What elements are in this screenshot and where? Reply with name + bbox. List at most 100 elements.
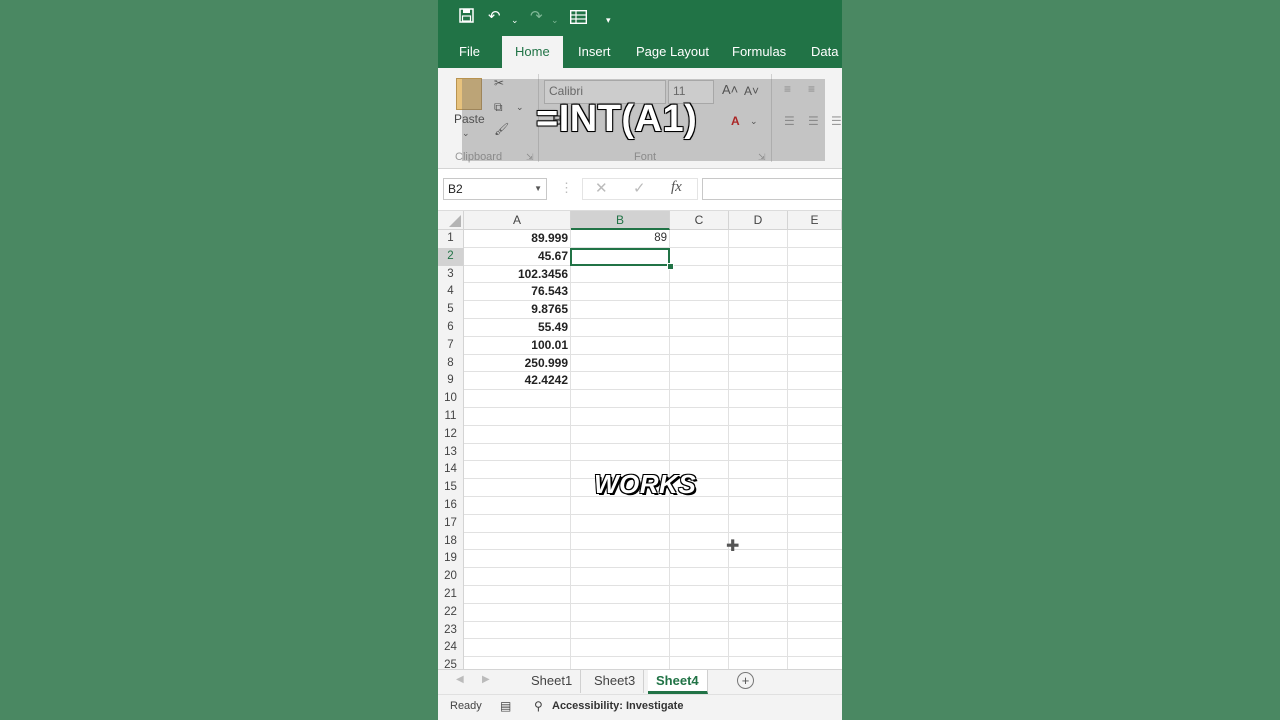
name-box-dropdown-icon[interactable]: ▼ bbox=[534, 179, 542, 199]
row-header[interactable]: 14 bbox=[438, 461, 464, 480]
row-header[interactable]: 17 bbox=[438, 514, 464, 533]
undo-dropdown-icon[interactable]: ⌄ bbox=[511, 11, 519, 29]
row-gridline bbox=[464, 567, 842, 569]
tab-file[interactable]: File bbox=[459, 36, 480, 68]
formula-input[interactable] bbox=[702, 178, 842, 200]
sheet-tab-sheet3[interactable]: Sheet3 bbox=[586, 670, 645, 693]
title-bar: ↶ ⌄ ↷ ⌄ ▾ bbox=[438, 0, 842, 36]
row-header[interactable]: 15 bbox=[438, 479, 464, 497]
scroll-right-icon[interactable]: ▶ bbox=[482, 674, 490, 685]
tab-insert[interactable]: Insert bbox=[578, 36, 611, 68]
row-gridline bbox=[464, 407, 842, 408]
cell-a7[interactable]: 100.01 bbox=[464, 337, 568, 355]
row-header[interactable]: 4 bbox=[438, 283, 464, 302]
formula-caption: =INT(A1) bbox=[536, 98, 698, 140]
cursor-cross-icon: ✚ bbox=[726, 538, 740, 555]
row-gridline bbox=[464, 656, 842, 658]
cell-a5[interactable]: 9.8765 bbox=[464, 301, 568, 319]
scroll-left-icon[interactable]: ◀ bbox=[456, 674, 464, 685]
column-gridline bbox=[728, 230, 729, 669]
add-sheet-icon[interactable]: + bbox=[737, 672, 754, 689]
tab-formulas[interactable]: Formulas bbox=[732, 36, 786, 68]
sheet-tab-bar: ◀ ▶ Sheet1 Sheet3 Sheet4 + bbox=[438, 669, 842, 694]
row-header[interactable]: 18 bbox=[438, 532, 464, 551]
cancel-icon[interactable]: ✕ bbox=[595, 179, 608, 197]
accessibility-icon[interactable]: ⚲ bbox=[534, 699, 543, 713]
row-header[interactable]: 1 bbox=[438, 230, 464, 248]
column-gridline bbox=[570, 230, 571, 669]
more-options-icon[interactable]: ⋮ bbox=[560, 180, 573, 196]
row-header[interactable]: 7 bbox=[438, 336, 464, 355]
accessibility-status[interactable]: Accessibility: Investigate bbox=[552, 700, 683, 712]
row-header[interactable]: 22 bbox=[438, 603, 464, 622]
status-ready: Ready bbox=[450, 700, 482, 712]
cell-mode-icon: ▤ bbox=[500, 699, 512, 713]
sheet-tab-sheet4[interactable]: Sheet4 bbox=[648, 670, 708, 694]
customize-icon[interactable]: ▾ bbox=[606, 11, 611, 29]
cell-b1[interactable]: 89 bbox=[571, 230, 667, 248]
cell-a4[interactable]: 76.543 bbox=[464, 283, 568, 301]
column-header-e[interactable]: E bbox=[788, 211, 842, 230]
cell-a2[interactable]: 45.67 bbox=[464, 248, 568, 266]
row-header[interactable]: 8 bbox=[438, 354, 464, 373]
column-header-a[interactable]: A bbox=[464, 211, 571, 230]
row-header[interactable]: 13 bbox=[438, 443, 464, 462]
tab-home[interactable]: Home bbox=[502, 36, 563, 68]
selected-cell[interactable] bbox=[570, 248, 670, 266]
worksheet-grid[interactable]: A B C D E 1 2 3 4 5 6 7 8 9 10 11 12 13 14 15 16 17 18 19 2… bbox=[438, 211, 842, 675]
column-gridline bbox=[669, 230, 670, 669]
row-header[interactable]: 11 bbox=[438, 408, 464, 426]
row-header[interactable]: 21 bbox=[438, 586, 464, 604]
cell-a8[interactable]: 250.999 bbox=[464, 355, 568, 373]
cell-a9[interactable]: 42.4242 bbox=[464, 372, 568, 390]
cell-a1[interactable]: 89.999 bbox=[464, 230, 568, 248]
row-header[interactable]: 3 bbox=[438, 265, 464, 284]
undo-icon[interactable]: ↶ bbox=[488, 8, 501, 26]
row-header[interactable]: 5 bbox=[438, 301, 464, 319]
row-gridline bbox=[464, 442, 842, 444]
row-header[interactable]: 10 bbox=[438, 390, 464, 408]
caption-works: WORKS bbox=[594, 469, 697, 499]
row-header[interactable]: 6 bbox=[438, 319, 464, 337]
enter-icon[interactable]: ✓ bbox=[633, 179, 646, 197]
ribbon-tabs: File Home Insert Page Layout Formulas Da… bbox=[438, 36, 842, 68]
row-gridline bbox=[464, 531, 842, 533]
row-gridline bbox=[464, 513, 842, 515]
row-header[interactable]: 9 bbox=[438, 372, 464, 391]
status-bar: Ready ▤ ⚲ Accessibility: Investigate bbox=[438, 694, 842, 720]
sheet-tab-sheet1[interactable]: Sheet1 bbox=[523, 670, 582, 693]
cell-a6[interactable]: 55.49 bbox=[464, 319, 568, 337]
name-box[interactable]: B2 ▼ bbox=[443, 178, 547, 200]
tab-data[interactable]: Data bbox=[811, 36, 838, 68]
formula-bar: B2 ▼ ⋮ ✕ ✓ fx bbox=[438, 170, 842, 211]
row-gridline bbox=[464, 460, 842, 462]
row-header[interactable]: 24 bbox=[438, 639, 464, 658]
row-header[interactable]: 2 bbox=[438, 247, 464, 266]
row-header[interactable]: 23 bbox=[438, 621, 464, 640]
row-header[interactable]: 20 bbox=[438, 568, 464, 586]
column-header-c[interactable]: C bbox=[670, 211, 729, 230]
ribbon: Paste ⌄ ✂ ⧉ ⌄ 🖌 Clipboard ⇲ Calibri 11 A… bbox=[438, 68, 842, 169]
column-header-b[interactable]: B bbox=[571, 211, 670, 230]
row-header[interactable]: 16 bbox=[438, 497, 464, 515]
redo-icon[interactable]: ↷ bbox=[530, 8, 543, 26]
save-icon[interactable] bbox=[459, 8, 474, 28]
excel-window: ↶ ⌄ ↷ ⌄ ▾ File Home Insert Page Layout F… bbox=[438, 0, 842, 720]
form-icon[interactable] bbox=[569, 9, 588, 29]
row-gridline bbox=[464, 549, 842, 551]
fill-handle[interactable] bbox=[667, 263, 674, 270]
row-gridline bbox=[464, 585, 842, 586]
row-gridline bbox=[464, 602, 842, 604]
row-header[interactable]: 12 bbox=[438, 425, 464, 444]
redo-dropdown-icon[interactable]: ⌄ bbox=[551, 11, 559, 29]
tab-page-layout[interactable]: Page Layout bbox=[636, 36, 709, 68]
row-gridline bbox=[464, 638, 842, 640]
column-gridline bbox=[787, 230, 788, 669]
row-header[interactable]: 19 bbox=[438, 550, 464, 569]
insert-function-icon[interactable]: fx bbox=[671, 179, 682, 196]
column-header-d[interactable]: D bbox=[729, 211, 788, 230]
cell-a3[interactable]: 102.3456 bbox=[464, 266, 568, 284]
name-box-value: B2 bbox=[448, 182, 463, 196]
select-all-button[interactable] bbox=[438, 211, 464, 230]
align-right-icon[interactable]: ☰ bbox=[831, 114, 842, 128]
